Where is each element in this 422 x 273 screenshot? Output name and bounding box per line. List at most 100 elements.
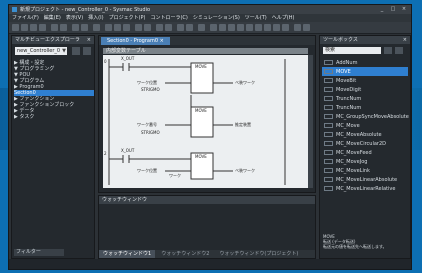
function-block-icon — [324, 132, 333, 137]
step-icon[interactable] — [198, 24, 205, 31]
maximize-button[interactable]: □ — [389, 6, 397, 12]
clear-search-icon[interactable] — [395, 47, 403, 54]
menu-view[interactable]: 表示(V) — [66, 14, 83, 22]
toolbox-item-label: MC_Move — [336, 122, 360, 129]
menu-help[interactable]: ヘルプ(H) — [272, 14, 295, 22]
toolbox-close-icon[interactable]: × — [403, 36, 407, 44]
rung-0-number: 0 — [104, 59, 107, 64]
window-title: 新規プロジェクト - new_Controller_0 - Sysmac Stu… — [20, 7, 151, 13]
stop-icon[interactable] — [165, 24, 172, 31]
function-block-icon — [324, 105, 333, 110]
search-icon[interactable] — [384, 47, 392, 54]
toolbox-item[interactable]: MOVE — [322, 67, 408, 76]
status-bar — [9, 259, 411, 269]
branch-icon[interactable] — [255, 24, 262, 31]
menu-insert[interactable]: 挿入(I) — [88, 14, 103, 22]
menu-tools[interactable]: ツール(T) — [245, 14, 267, 22]
toolbox-item[interactable]: MC_MoveFeed — [322, 148, 408, 157]
toolbox-list: AddNum MOVE MoveBit MoveDigit TruncNum TruncN… — [322, 58, 409, 193]
copy-icon[interactable] — [21, 24, 28, 31]
close-button[interactable]: × — [400, 6, 408, 12]
zoom-in-icon[interactable] — [294, 24, 301, 31]
toolbox-item[interactable]: MC_MoveJog — [322, 157, 408, 166]
filter-button[interactable]: フィルター — [14, 249, 64, 256]
rung-2-in-label2: ワーク — [169, 173, 181, 178]
wire-icon[interactable] — [246, 24, 253, 31]
ladder-canvas[interactable]: 0 X_OUT MOVE ワーク位置 STRIGMO ベ装ワーク MOVE ワー… — [103, 55, 308, 188]
run-icon[interactable] — [156, 24, 163, 31]
title-bar: 新規プロジェクト - new_Controller_0 - Sysmac Stu… — [9, 5, 411, 14]
pause-icon[interactable] — [186, 24, 193, 31]
toolbox-search-input[interactable]: 検索 — [323, 47, 381, 54]
toolbox-item[interactable]: MC_MoveAbsolute — [322, 130, 408, 139]
toolbox-item[interactable]: MC_MoveLinearAbsolute — [322, 175, 408, 184]
variable-table-header[interactable]: 内部変数テーブル — [103, 48, 308, 54]
toolbox-item[interactable]: MC_MoveLinearRelative — [322, 184, 408, 193]
fb-icon[interactable] — [237, 24, 244, 31]
cut-icon[interactable] — [12, 24, 19, 31]
jump-icon[interactable] — [264, 24, 271, 31]
function-block-icon — [324, 159, 333, 164]
menu-simulation[interactable]: シミュレーション(S) — [193, 14, 240, 22]
zoom-out-icon[interactable] — [303, 24, 310, 31]
function-block-icon — [324, 141, 333, 146]
toolbox-item[interactable]: MC_GroupSyncMoveAbsolute — [322, 112, 409, 121]
simulate-icon[interactable] — [177, 24, 184, 31]
build-icon[interactable] — [93, 24, 100, 31]
explorer-header: マルチビューエクスプローラ × — [12, 36, 94, 44]
controller-select[interactable]: new_Controller_0 ▼ — [15, 47, 67, 55]
online-icon[interactable] — [105, 24, 112, 31]
rung-2-in-label: ワーク位置 — [137, 168, 157, 173]
coil-icon[interactable] — [228, 24, 235, 31]
toolbox-item[interactable]: MoveBit — [322, 76, 408, 85]
editor-scrollbar[interactable] — [308, 55, 313, 188]
explorer-close-icon[interactable]: × — [87, 36, 91, 44]
toolbox-item[interactable]: MC_MoveCircular2D — [322, 139, 408, 148]
offline-icon[interactable] — [114, 24, 121, 31]
monitor-icon[interactable] — [144, 24, 151, 31]
add-controller-icon[interactable] — [72, 47, 80, 55]
minimize-button[interactable]: _ — [378, 6, 386, 12]
menu-controller[interactable]: コントローラ(C) — [150, 14, 187, 22]
toolbox-item[interactable]: TruncNum — [322, 94, 408, 103]
explorer-settings-icon[interactable] — [83, 47, 91, 55]
rung-0-fb-name: MOVE — [195, 64, 207, 69]
undo-icon[interactable] — [51, 24, 58, 31]
menu-bar: ファイル(F) 編集(E) 表示(V) 挿入(I) プロジェクト(P) コントロ… — [9, 14, 411, 22]
redo-icon[interactable] — [60, 24, 67, 31]
toolbox-item[interactable]: MC_Move — [322, 121, 408, 130]
menu-project[interactable]: プロジェクト(P) — [109, 14, 146, 22]
paste-icon[interactable] — [30, 24, 37, 31]
toolbox-item[interactable]: AddNum — [322, 58, 408, 67]
menu-edit[interactable]: 編集(E) — [44, 14, 61, 22]
rung-0-out-label: ベ装ワーク — [235, 80, 255, 85]
tab-section0[interactable]: Section0 - Program0 × — [101, 37, 170, 45]
transfer-icon[interactable] — [135, 24, 142, 31]
toolbox-header: ツールボックス × — [320, 36, 410, 44]
toolbox-item[interactable]: MC_MoveLink — [322, 166, 408, 175]
return-icon[interactable] — [282, 24, 289, 31]
tree-item[interactable]: ▶ タスク — [14, 114, 94, 120]
tab-watch-project[interactable]: ウォッチウィンドウ(プロジェクト) — [215, 250, 302, 258]
toolbox-item-label: MoveDigit — [336, 86, 362, 93]
tab-watch-1[interactable]: ウォッチウィンドウ1 — [99, 250, 156, 258]
cursor-icon[interactable] — [210, 24, 217, 31]
rung-2-contact-label: X_OUT — [121, 148, 135, 153]
project-tree: ▶ 構成・設定 ▼ プログラミング ▼ POU ▼ プログラム ▶ Program… — [14, 60, 94, 120]
find-icon[interactable] — [72, 24, 79, 31]
tab-watch-2[interactable]: ウォッチウィンドウ2 — [157, 250, 213, 258]
contact-icon[interactable] — [219, 24, 226, 31]
toolbox-item-label: AddNum — [336, 59, 358, 66]
replace-icon[interactable] — [81, 24, 88, 31]
function-block-icon — [324, 168, 333, 173]
function-block-icon — [324, 96, 333, 101]
app-window: 新規プロジェクト - new_Controller_0 - Sysmac Stu… — [8, 4, 412, 270]
toolbox-item[interactable]: MoveDigit — [322, 85, 408, 94]
sync-icon[interactable] — [123, 24, 130, 31]
label-icon[interactable] — [273, 24, 280, 31]
explorer-title: マルチビューエクスプローラ — [15, 37, 80, 43]
toolbox-item-label: MC_MoveAbsolute — [336, 131, 382, 138]
menu-file[interactable]: ファイル(F) — [12, 14, 39, 22]
delete-icon[interactable] — [39, 24, 46, 31]
toolbox-item[interactable]: TruncNum — [322, 103, 408, 112]
